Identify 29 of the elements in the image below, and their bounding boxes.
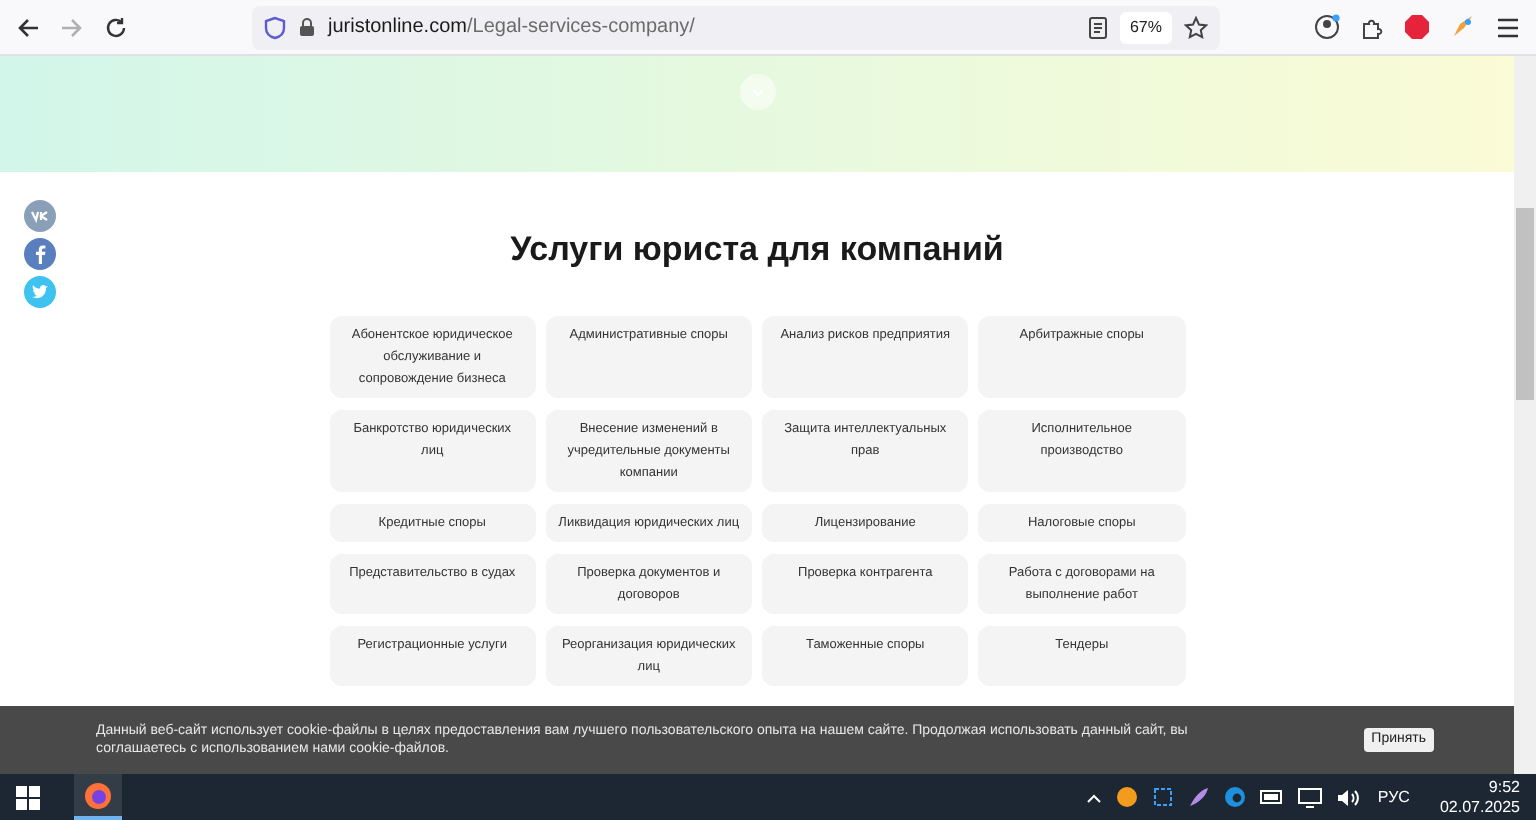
clock-date[interactable]: 02.07.2025 [1439, 797, 1520, 817]
speaker-icon[interactable] [1335, 787, 1360, 807]
firefox-taskbar-button[interactable] [74, 774, 122, 820]
url-text: juristonline.com/Legal-services-company/ [328, 14, 695, 42]
windows-start-icon[interactable] [16, 785, 40, 809]
feather-icon[interactable] [1187, 786, 1210, 808]
language-indicator[interactable]: РУС [1377, 785, 1410, 809]
chevron-up-icon[interactable] [1085, 791, 1102, 803]
puzzle-icon[interactable] [1360, 15, 1384, 39]
reader-view-icon[interactable] [1087, 15, 1108, 39]
firefox-icon [84, 781, 112, 809]
section-title: Услуги юриста для компаний [510, 230, 1004, 270]
adblock-icon[interactable] [1404, 14, 1430, 40]
account-icon[interactable] [1314, 14, 1340, 40]
facebook-icon[interactable] [24, 238, 56, 270]
screenshot-icon[interactable] [1151, 786, 1174, 808]
zoom-level-button[interactable]: 67% [1119, 11, 1172, 43]
back-icon[interactable] [16, 15, 40, 39]
vk-icon[interactable] [24, 200, 56, 232]
shield-icon[interactable] [264, 15, 286, 39]
reload-icon[interactable] [104, 15, 128, 39]
scrollbar[interactable] [1514, 56, 1536, 774]
menu-icon[interactable] [1496, 17, 1520, 37]
lock-icon[interactable] [298, 16, 316, 38]
address-bar[interactable]: juristonline.com/Legal-services-company/ 67% [252, 5, 1220, 49]
scrollbar-thumb[interactable] [1516, 208, 1534, 400]
clock-time[interactable]: 9:52 [1488, 777, 1520, 797]
edge-icon[interactable] [1223, 786, 1246, 808]
star-icon[interactable] [1184, 15, 1208, 39]
